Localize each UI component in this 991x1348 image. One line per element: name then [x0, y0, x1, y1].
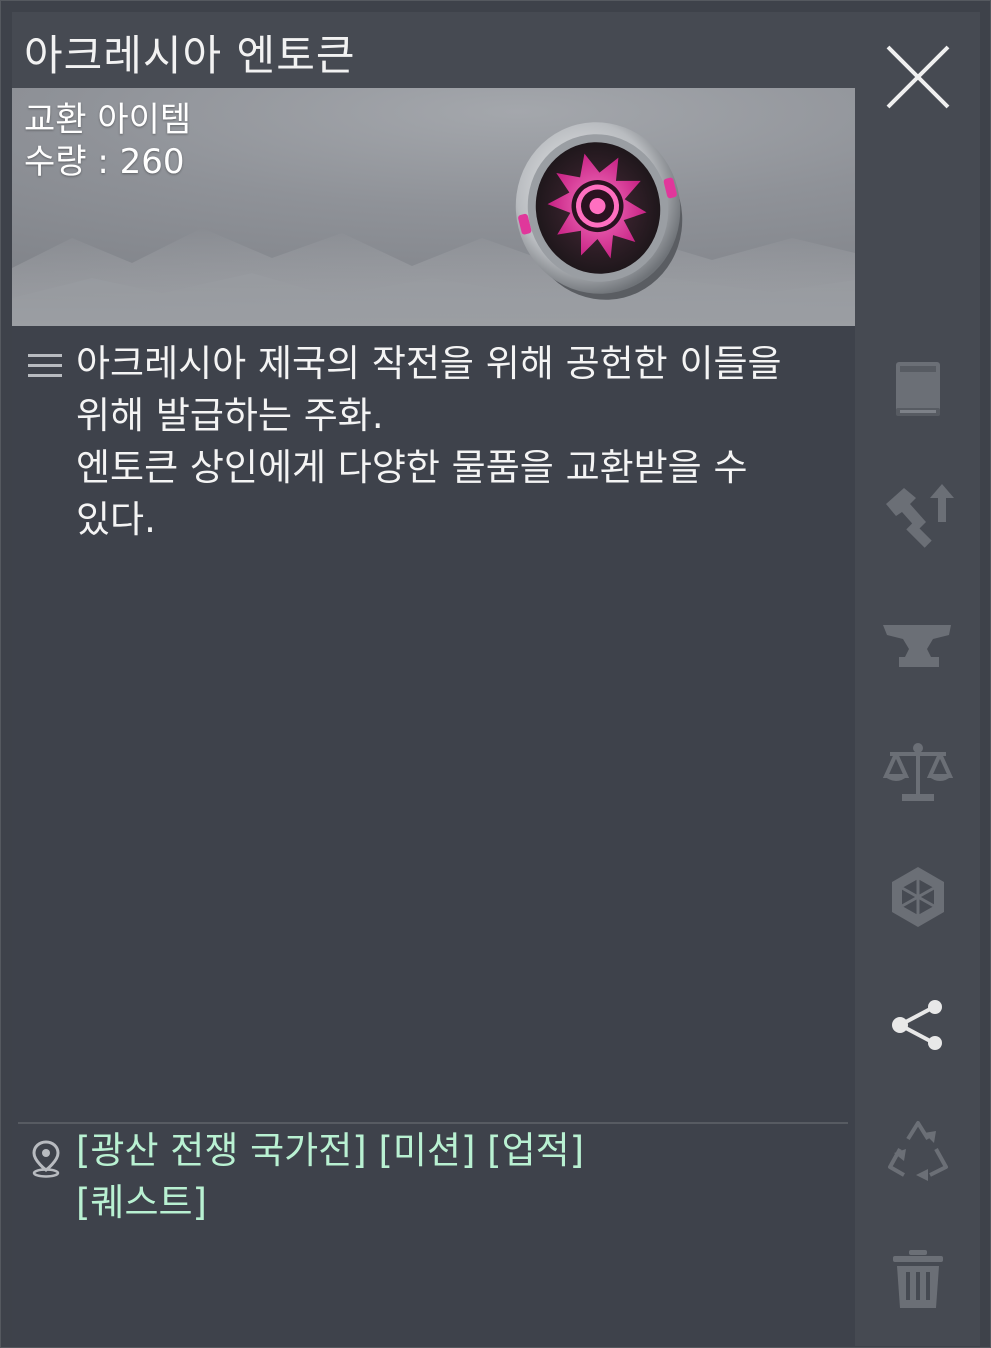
- source-link[interactable]: [업적]: [487, 1129, 584, 1172]
- trash-icon: [892, 1250, 943, 1308]
- dismantle-button[interactable]: [855, 1095, 980, 1205]
- item-quantity: 수량 : 260: [24, 142, 185, 182]
- description-line: 엔토큰 상인에게 다양한 물품을 교환받을 수: [76, 446, 748, 489]
- craft-button[interactable]: [855, 590, 980, 700]
- source-link[interactable]: [미션]: [378, 1129, 475, 1172]
- encyclopedia-button[interactable]: [855, 335, 980, 445]
- list-icon: [28, 354, 62, 377]
- close-button[interactable]: [855, 22, 980, 132]
- coin-icon: [515, 122, 683, 300]
- section-divider: [18, 1122, 848, 1124]
- item-preview: 교환 아이템 수량 : 260: [12, 88, 855, 326]
- discard-button[interactable]: [855, 1224, 980, 1334]
- title-bar: 아크레시아 엔토큰: [12, 12, 855, 88]
- map-pin-icon: [32, 1140, 60, 1178]
- recycle-icon: [887, 1121, 948, 1181]
- close-icon: [886, 45, 949, 109]
- share-icon: [891, 1000, 942, 1050]
- source-link[interactable]: [광산 전쟁 국가전]: [76, 1129, 367, 1172]
- item-name: 아크레시아 엔토큰: [24, 31, 356, 80]
- description-line: 위해 발급하는 주화.: [76, 394, 384, 437]
- gem-socket-icon: [891, 867, 944, 927]
- trade-button[interactable]: [855, 717, 980, 827]
- item-description: 아크레시아 제국의 작전을 위해 공헌한 이들을 위해 발급하는 주화. 엔토큰…: [76, 338, 851, 546]
- anvil-icon: [882, 625, 951, 667]
- action-sidebar: [855, 12, 980, 1346]
- scale-icon: [882, 743, 953, 801]
- acquisition-sources: [광산 전쟁 국가전] [미션] [업적] [퀘스트]: [76, 1125, 836, 1229]
- description-line: 아크레시아 제국의 작전을 위해 공헌한 이들을: [76, 342, 782, 385]
- description-line: 있다.: [76, 498, 156, 541]
- book-icon: [895, 362, 940, 416]
- socket-button[interactable]: [855, 842, 980, 952]
- upgrade-button[interactable]: [855, 460, 980, 570]
- item-info-panel: 아크레시아 엔토큰 교환 아이템 수량 : 260 아크레시아 제국의 작전을 …: [12, 12, 855, 1346]
- share-button[interactable]: [855, 970, 980, 1080]
- hammer-upgrade-icon: [885, 484, 954, 548]
- source-link[interactable]: [퀘스트]: [76, 1181, 207, 1224]
